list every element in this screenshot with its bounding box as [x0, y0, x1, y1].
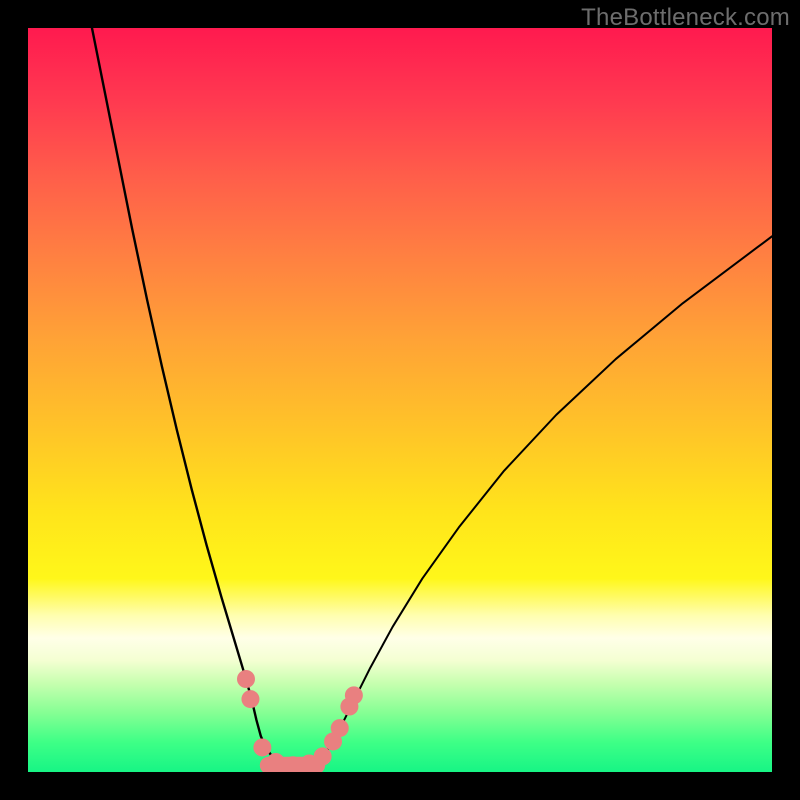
watermark-text: TheBottleneck.com: [581, 4, 790, 32]
plot-area: [28, 28, 772, 772]
chart-frame: TheBottleneck.com: [0, 0, 800, 800]
right-curve-path: [292, 236, 772, 765]
data-marker: [314, 747, 332, 765]
left-curve-path: [92, 28, 292, 766]
data-marker: [345, 686, 363, 704]
data-marker: [241, 690, 259, 708]
data-marker: [253, 738, 271, 756]
data-marker: [267, 753, 285, 771]
data-marker: [237, 670, 255, 688]
data-marker: [331, 719, 349, 737]
curves-layer: [28, 28, 772, 772]
